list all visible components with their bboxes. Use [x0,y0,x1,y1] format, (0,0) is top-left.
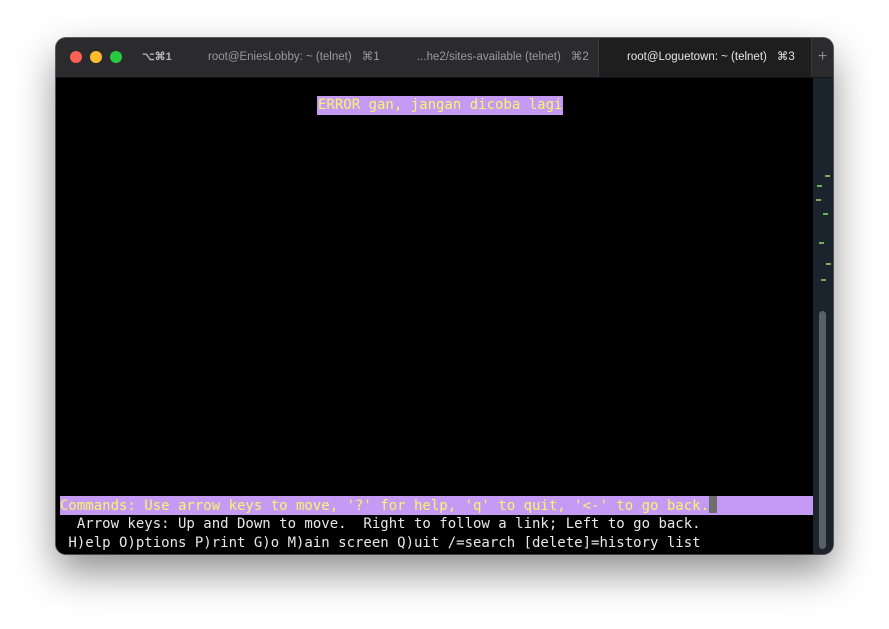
tab-loguetown-active[interactable]: root@Loguetown: ~ (telnet) ⌘3 [598,38,812,77]
tab-label: ...he2/sites-available (telnet) [417,51,561,63]
zoom-window-button[interactable] [110,51,122,63]
scrollbar-thumb[interactable] [819,311,826,549]
minimize-window-button[interactable] [90,51,102,63]
navigation-hint-line: Arrow keys: Up and Down to move. Right t… [60,516,701,532]
command-status-bar: Commands: Use arrow keys to move, '?' fo… [60,496,813,515]
tab-enieslobby[interactable]: root@EniesLobby: ~ (telnet) ⌘1 [208,38,380,77]
window-shortcut-label: ⌥⌘1 [142,51,172,63]
background-pixel [816,199,821,201]
tab-label: root@Loguetown: ~ (telnet) [627,51,767,63]
tab-sites-available[interactable]: ...he2/sites-available (telnet) ⌘2 [417,38,589,77]
background-pixel [826,263,831,265]
close-window-button[interactable] [70,51,82,63]
background-pixel [823,213,828,215]
background-pixel [825,175,830,177]
tab-shortcut: ⌘1 [361,51,380,63]
terminal-content[interactable]: ERROR gan, jangan dicoba lagi Commands: … [56,78,813,554]
command-status-text: Commands: Use arrow keys to move, '?' fo… [60,498,710,514]
error-message: ERROR gan, jangan dicoba lagi [317,96,564,115]
title-bar: ⌥⌘1 root@EniesLobby: ~ (telnet) ⌘1 ...he2… [56,38,833,78]
background-pixel [821,279,826,281]
tab-shortcut: ⌘2 [570,51,589,63]
tab-label: root@EniesLobby: ~ (telnet) [208,51,352,63]
background-pixel [817,185,822,187]
tab-shortcut: ⌘3 [776,51,795,63]
text-cursor [709,496,718,513]
background-pixel [819,242,824,244]
terminal-window: ⌥⌘1 root@EniesLobby: ~ (telnet) ⌘1 ...he2… [56,38,833,554]
scrollbar-track[interactable] [813,78,833,554]
command-shortcut-line: H)elp O)ptions P)rint G)o M)ain screen Q… [60,535,701,551]
new-tab-button[interactable]: + [811,38,833,77]
